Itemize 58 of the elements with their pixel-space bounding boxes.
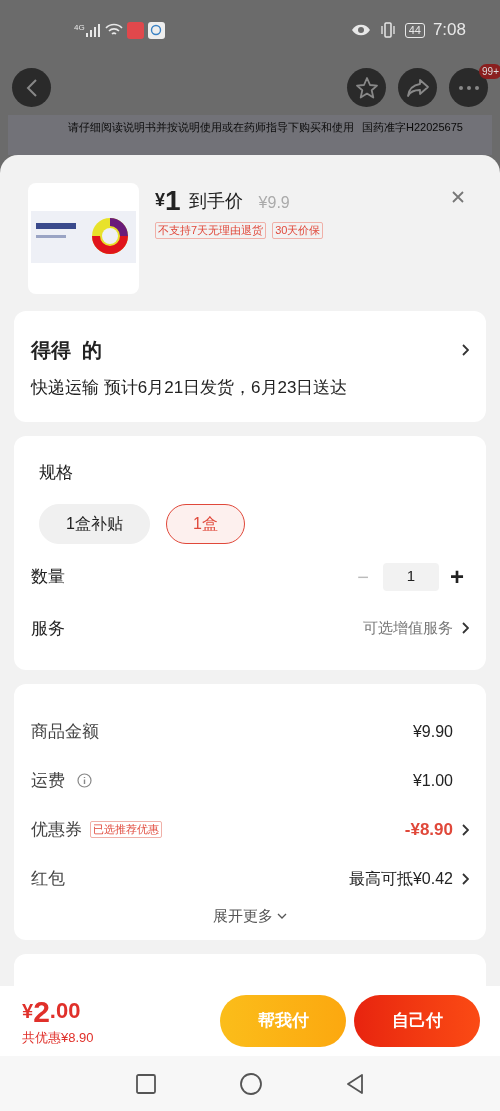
spec-option[interactable]: 1盒补贴 bbox=[39, 503, 150, 544]
spec-title: 规格 bbox=[39, 462, 74, 484]
chevron-right-icon bbox=[461, 344, 469, 356]
info-icon bbox=[77, 773, 92, 788]
currency-symbol: ¥ bbox=[155, 189, 165, 212]
currency-symbol: ¥ bbox=[22, 999, 34, 1025]
back-icon bbox=[25, 77, 38, 98]
recent-apps-icon[interactable] bbox=[136, 1073, 156, 1094]
price-label: 到手价 bbox=[188, 190, 243, 213]
quantity-field[interactable]: 1 bbox=[383, 562, 439, 591]
message-icon bbox=[147, 21, 165, 39]
share-icon bbox=[405, 77, 430, 98]
share-button[interactable] bbox=[398, 68, 437, 107]
summary-value: ¥1.00 bbox=[412, 770, 453, 791]
summary-value: ¥9.90 bbox=[412, 721, 453, 742]
summary-label: 红包 bbox=[31, 867, 65, 890]
summary-value: 最高可抵¥0.42 bbox=[348, 868, 453, 889]
price: 1 bbox=[165, 186, 181, 216]
summary-value: -¥8.90 bbox=[404, 818, 453, 841]
delivery-info: 快递运输 预计6月21日发货，6月23日送达 bbox=[31, 377, 349, 399]
home-icon[interactable] bbox=[240, 1072, 262, 1095]
eye-icon bbox=[350, 23, 371, 37]
network-label: 4G bbox=[74, 22, 85, 34]
chevron-right-icon bbox=[461, 622, 469, 635]
vibrate-icon bbox=[378, 22, 397, 38]
spec-option[interactable]: 1盒 bbox=[165, 503, 245, 544]
approval-number: 国药准字H22025675 bbox=[362, 120, 463, 135]
quantity-label: 数量 bbox=[31, 565, 65, 588]
wifi-icon bbox=[104, 23, 123, 37]
favorite-button[interactable] bbox=[347, 68, 386, 107]
policy-tag: 不支持7天无理由退货 bbox=[155, 222, 267, 239]
plus-button[interactable]: + bbox=[445, 564, 469, 589]
store-name: 得得 的 bbox=[31, 338, 103, 363]
service-value[interactable]: 可选增值服务 bbox=[363, 617, 453, 640]
app-icon bbox=[126, 21, 144, 39]
summary-label: 商品金额 bbox=[31, 720, 99, 743]
pay-button[interactable]: 自己付 bbox=[354, 995, 480, 1047]
notification-badge: 99+ bbox=[479, 64, 500, 79]
total-price: 2 bbox=[33, 996, 50, 1029]
back-icon[interactable] bbox=[346, 1073, 364, 1094]
summary-label: 运费 bbox=[31, 769, 65, 792]
banner-notice: 请仔细阅读说明书并按说明使用或在药师指导下购买和使用 bbox=[68, 120, 354, 135]
coupon-tag: 已选推荐优惠 bbox=[90, 821, 162, 838]
total-savings: 共优惠¥8.90 bbox=[22, 1029, 94, 1048]
original-price: ¥9.9 bbox=[258, 193, 290, 213]
service-label: 服务 bbox=[31, 617, 65, 640]
signal-icon bbox=[84, 23, 101, 37]
summary-label: 优惠券 bbox=[31, 818, 82, 841]
chevron-down-icon bbox=[277, 913, 287, 920]
total-decimals: .00 bbox=[49, 997, 81, 1026]
back-button[interactable] bbox=[12, 68, 51, 107]
close-icon bbox=[452, 191, 464, 203]
policy-tag: 30天价保 bbox=[272, 222, 324, 239]
clock: 7:08 bbox=[432, 19, 466, 42]
expand-more-button[interactable]: 展开更多 bbox=[213, 905, 287, 928]
more-icon bbox=[458, 85, 479, 90]
star-icon bbox=[354, 75, 379, 100]
battery-icon: 44 bbox=[404, 22, 425, 38]
